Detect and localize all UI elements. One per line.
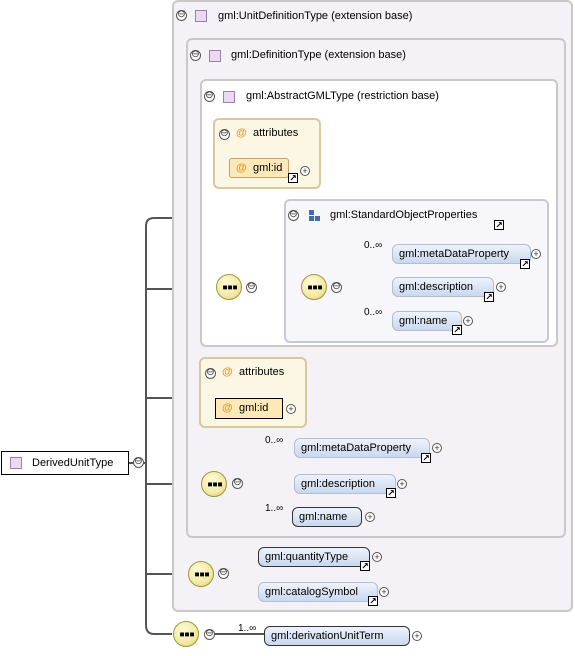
attribute-icon: @	[222, 366, 233, 378]
element-label: gml:name	[299, 511, 348, 523]
sequence-compositor[interactable]: ▪▪▪	[173, 621, 199, 647]
attributes-label: attributes	[239, 366, 285, 378]
collapse-icon[interactable]: ⊖	[190, 50, 201, 61]
attributes-label: attributes	[253, 127, 299, 139]
expand-icon[interactable]: +	[365, 512, 375, 522]
root-label: DerivedUnitType	[32, 457, 114, 469]
collapse-icon[interactable]: ⊖	[219, 129, 230, 140]
link-icon[interactable]: ↗	[520, 259, 530, 269]
collapse-icon[interactable]: ⊖	[232, 478, 243, 489]
expand-icon[interactable]: +	[463, 316, 473, 326]
link-icon[interactable]: ↗	[368, 596, 378, 606]
expand-icon[interactable]: +	[531, 249, 541, 259]
unit-definition-type-title: gml:UnitDefinitionType (extension base)	[218, 10, 413, 22]
collapse-icon[interactable]: ⊖	[246, 282, 257, 293]
element-label: gml:name	[399, 315, 448, 327]
element-name[interactable]: gml:name	[292, 507, 362, 527]
attribute-gml-id[interactable]: @ gml:id	[229, 158, 289, 178]
link-icon[interactable]: ↗	[360, 561, 370, 571]
attributes-group: ⊖ @ attributes @ gml:id + ↗	[213, 118, 321, 189]
definition-type-title: gml:DefinitionType (extension base)	[231, 49, 406, 61]
cardinality-label: 0..∞	[364, 240, 383, 251]
complex-type-icon	[209, 50, 221, 62]
element-derivation-unit-term[interactable]: gml:derivationUnitTerm	[264, 626, 410, 646]
attribute-icon: @	[236, 127, 247, 139]
element-label: gml:quantityType	[265, 551, 349, 563]
element-meta-data-property[interactable]: gml:metaDataProperty	[294, 438, 430, 458]
cardinality-label: 1..∞	[238, 623, 257, 634]
element-quantity-type[interactable]: gml:quantityType	[258, 547, 370, 567]
link-icon[interactable]: ↗	[484, 292, 494, 302]
expand-icon[interactable]: +	[286, 404, 296, 414]
element-description[interactable]: gml:description	[392, 277, 494, 297]
element-description[interactable]: gml:description	[294, 474, 396, 494]
collapse-icon[interactable]: ⊖	[176, 10, 187, 21]
element-label: gml:derivationUnitTerm	[271, 630, 384, 642]
link-icon[interactable]: ↗	[494, 220, 504, 230]
collapse-icon[interactable]: ⊖	[205, 368, 216, 379]
expand-icon[interactable]: +	[379, 587, 389, 597]
expand-icon[interactable]: +	[432, 443, 442, 453]
expand-icon[interactable]: +	[397, 479, 407, 489]
complex-type-icon	[10, 457, 22, 469]
link-icon[interactable]: ↗	[452, 325, 462, 335]
element-label: gml:metaDataProperty	[399, 248, 510, 260]
collapse-icon[interactable]: ⊖	[133, 457, 144, 468]
attributes-group: ⊖ @ attributes @ gml:id +	[199, 357, 307, 428]
complex-type-icon	[223, 91, 235, 103]
link-icon[interactable]: ↗	[421, 453, 431, 463]
complex-type-icon	[195, 10, 207, 22]
standard-object-properties-title: gml:StandardObjectProperties	[330, 209, 478, 221]
link-icon[interactable]: ↗	[386, 488, 396, 498]
element-label: gml:catalogSymbol	[265, 586, 358, 598]
cardinality-label: 0..∞	[364, 307, 383, 318]
element-label: gml:description	[301, 478, 375, 490]
expand-icon[interactable]: +	[300, 166, 310, 176]
expand-icon[interactable]: +	[412, 631, 422, 641]
sequence-compositor[interactable]: ▪▪▪	[201, 471, 227, 497]
collapse-icon[interactable]: ⊖	[204, 91, 215, 102]
collapse-icon[interactable]: ⊖	[218, 568, 229, 579]
element-label: gml:description	[399, 281, 473, 293]
element-catalog-symbol[interactable]: gml:catalogSymbol	[258, 582, 378, 602]
cardinality-label: 0..∞	[265, 435, 284, 446]
attribute-icon: @	[236, 162, 247, 174]
collapse-icon[interactable]: ⊖	[288, 210, 299, 221]
attribute-gml-id-label: gml:id	[253, 162, 283, 174]
sequence-compositor[interactable]: ▪▪▪	[216, 274, 242, 300]
collapse-icon[interactable]: ⊖	[204, 629, 215, 640]
sequence-compositor[interactable]: ▪▪▪	[188, 561, 214, 587]
link-icon[interactable]: ↗	[288, 173, 298, 183]
attribute-icon: @	[222, 402, 233, 414]
group-icon	[309, 210, 321, 222]
attribute-gml-id[interactable]: @ gml:id	[215, 398, 283, 419]
abstract-gml-type-title: gml:AbstractGMLType (restriction base)	[246, 90, 439, 102]
attribute-gml-id-label: gml:id	[239, 402, 269, 414]
element-meta-data-property[interactable]: gml:metaDataProperty	[392, 244, 531, 264]
sequence-compositor[interactable]: ▪▪▪	[301, 274, 327, 300]
cardinality-label: 1..∞	[265, 503, 284, 514]
expand-icon[interactable]: +	[372, 552, 382, 562]
expand-icon[interactable]: +	[496, 282, 506, 292]
root-element-derived-unit-type[interactable]: DerivedUnitType	[1, 451, 129, 475]
collapse-icon[interactable]: ⊖	[331, 282, 342, 293]
element-label: gml:metaDataProperty	[301, 442, 412, 454]
